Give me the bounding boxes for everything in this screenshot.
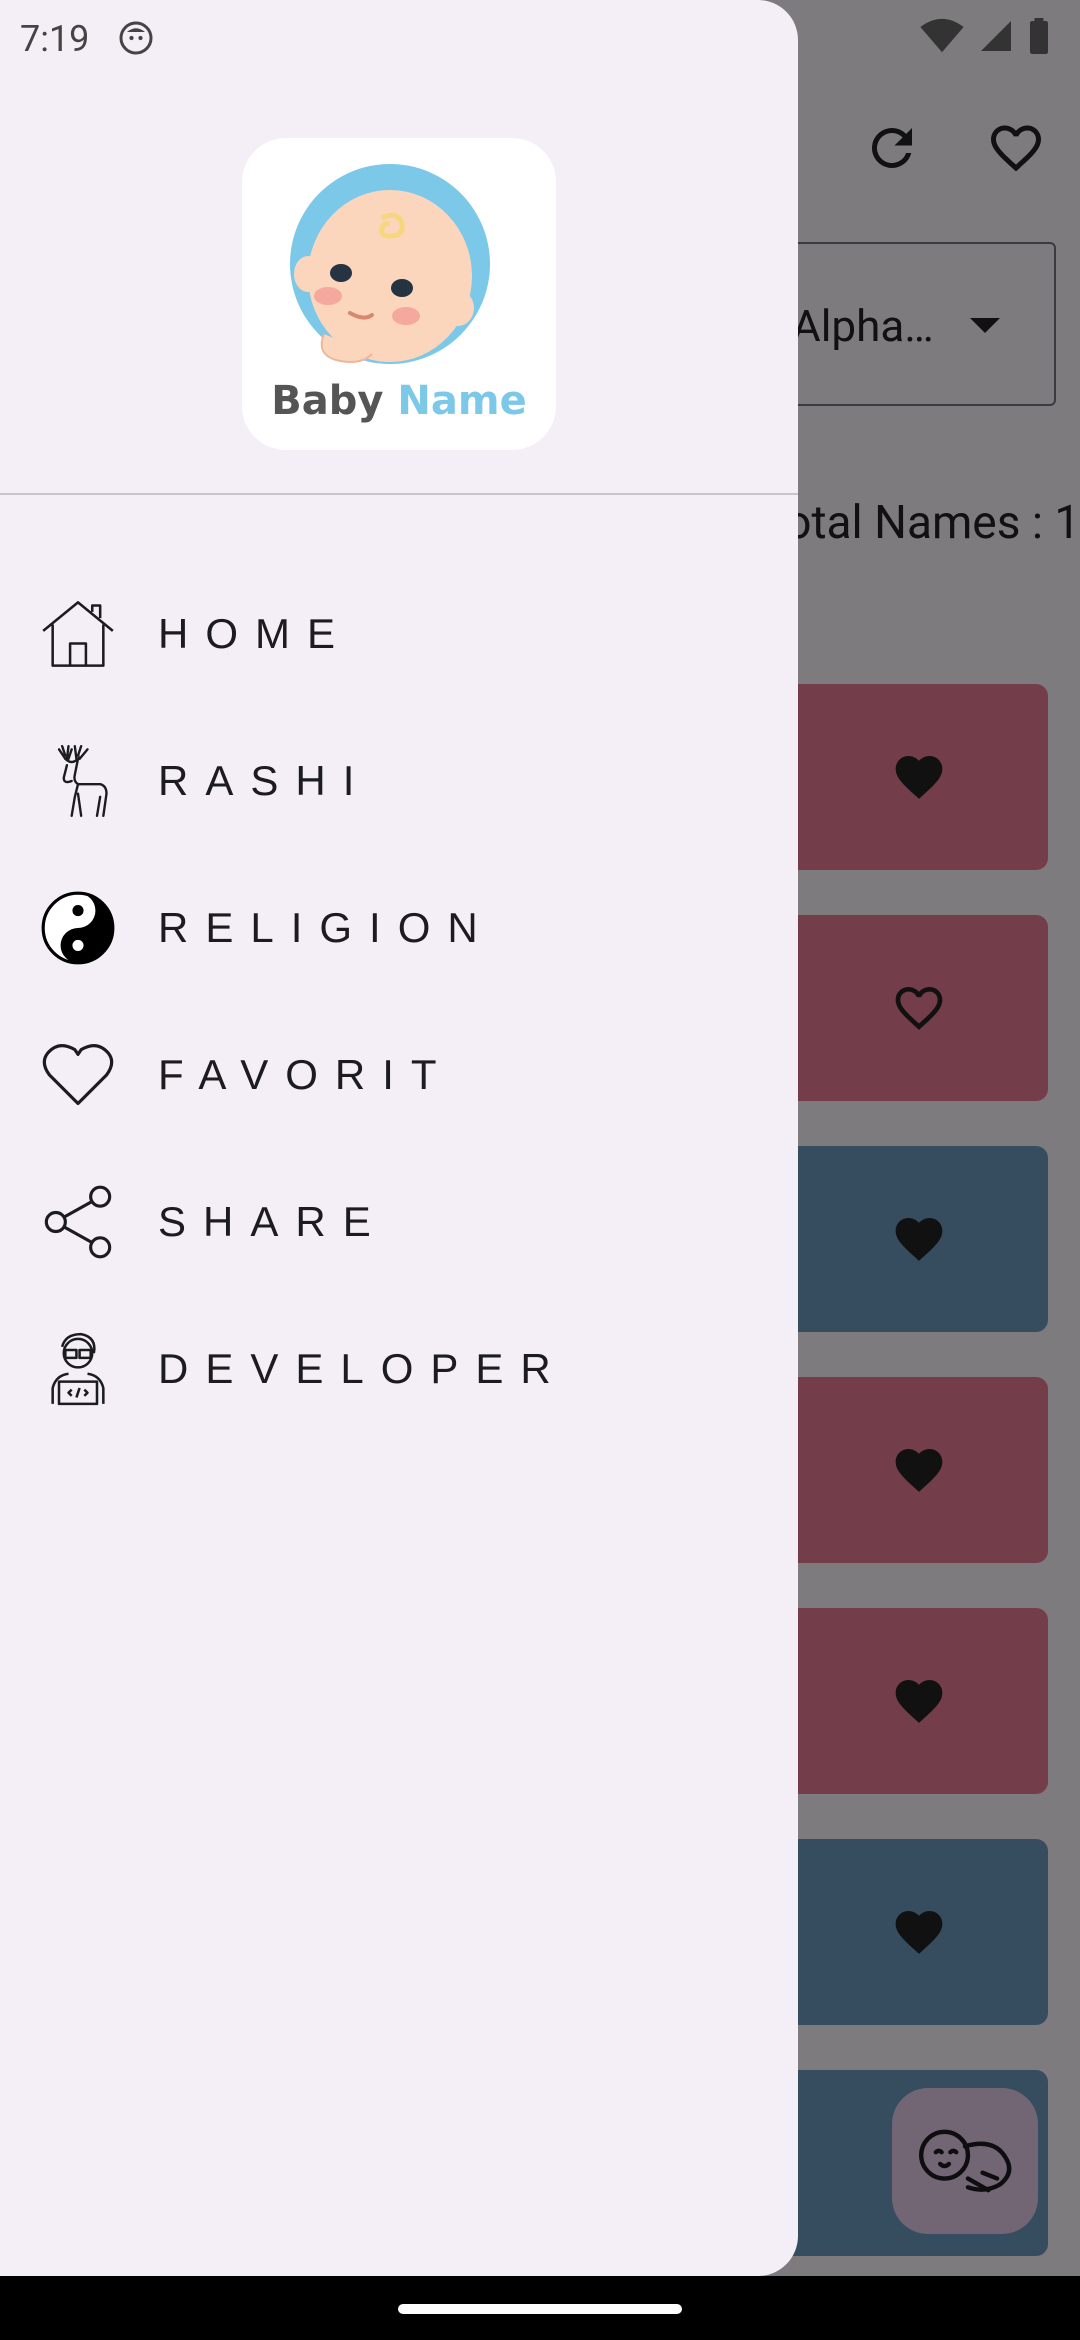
status-time: 7:19 — [20, 18, 90, 60]
heart-outline-icon — [42, 1043, 114, 1105]
logo-word-baby: Baby — [271, 378, 384, 424]
drawer-menu: HOME RASHI RELIGION FAVORIT SHARE DEVELO… — [0, 560, 798, 1442]
menu-label-home: HOME — [158, 609, 352, 657]
header-divider — [0, 493, 798, 495]
menu-item-favorit[interactable]: FAVORIT — [0, 1001, 798, 1148]
menu-label-religion: RELIGION — [158, 903, 495, 951]
menu-label-rashi: RASHI — [158, 756, 372, 804]
menu-label-share: SHARE — [158, 1197, 388, 1245]
share-icon — [44, 1185, 112, 1258]
signal-icon — [981, 21, 1011, 51]
menu-item-share[interactable]: SHARE — [0, 1148, 798, 1295]
menu-label-developer: DEVELOPER — [158, 1344, 568, 1392]
navigation-drawer: Baby Name HOME RASHI RELIGION FAVORIT SH… — [0, 0, 798, 2276]
home-icon — [42, 600, 114, 667]
menu-item-home[interactable]: HOME — [0, 560, 798, 707]
menu-item-developer[interactable]: DEVELOPER — [0, 1295, 798, 1442]
battery-icon — [1030, 18, 1048, 54]
status-icons — [920, 18, 1050, 54]
developer-icon — [51, 1332, 105, 1405]
app-logo: Baby Name — [242, 138, 556, 450]
yin-yang-icon — [41, 891, 115, 964]
home-gesture-handle[interactable] — [398, 2304, 682, 2314]
logo-text: Baby Name — [242, 378, 556, 424]
system-navigation-bar — [0, 2276, 1080, 2340]
logo-word-name: Name — [397, 378, 527, 424]
deer-icon — [57, 744, 108, 817]
notification-app-icon — [119, 21, 153, 55]
menu-item-rashi[interactable]: RASHI — [0, 707, 798, 854]
menu-item-religion[interactable]: RELIGION — [0, 854, 798, 1001]
wifi-icon — [920, 18, 964, 53]
menu-label-favorit: FAVORIT — [158, 1050, 454, 1098]
